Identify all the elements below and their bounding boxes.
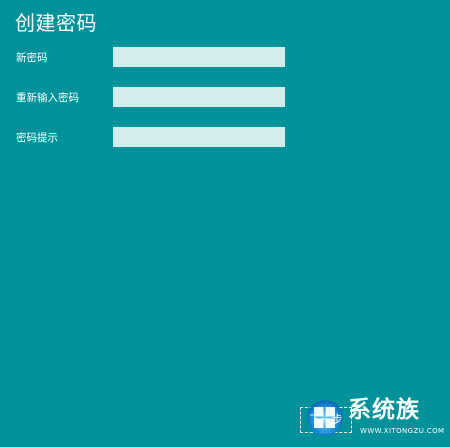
page-title: 创建密码 [15, 11, 97, 35]
next-button[interactable]: 下一步 [300, 407, 352, 433]
watermark-url: WWW.XITONGZU.COM [360, 427, 445, 435]
next-button-label: 下一步 [309, 413, 343, 426]
watermark-brand: 系统族 [348, 397, 420, 423]
confirm-password-input[interactable] [113, 87, 285, 107]
new-password-label: 新密码 [16, 52, 48, 64]
new-password-input[interactable] [113, 47, 285, 67]
password-hint-input[interactable] [113, 127, 285, 147]
confirm-password-label: 重新输入密码 [16, 92, 79, 104]
password-hint-label: 密码提示 [16, 132, 58, 144]
